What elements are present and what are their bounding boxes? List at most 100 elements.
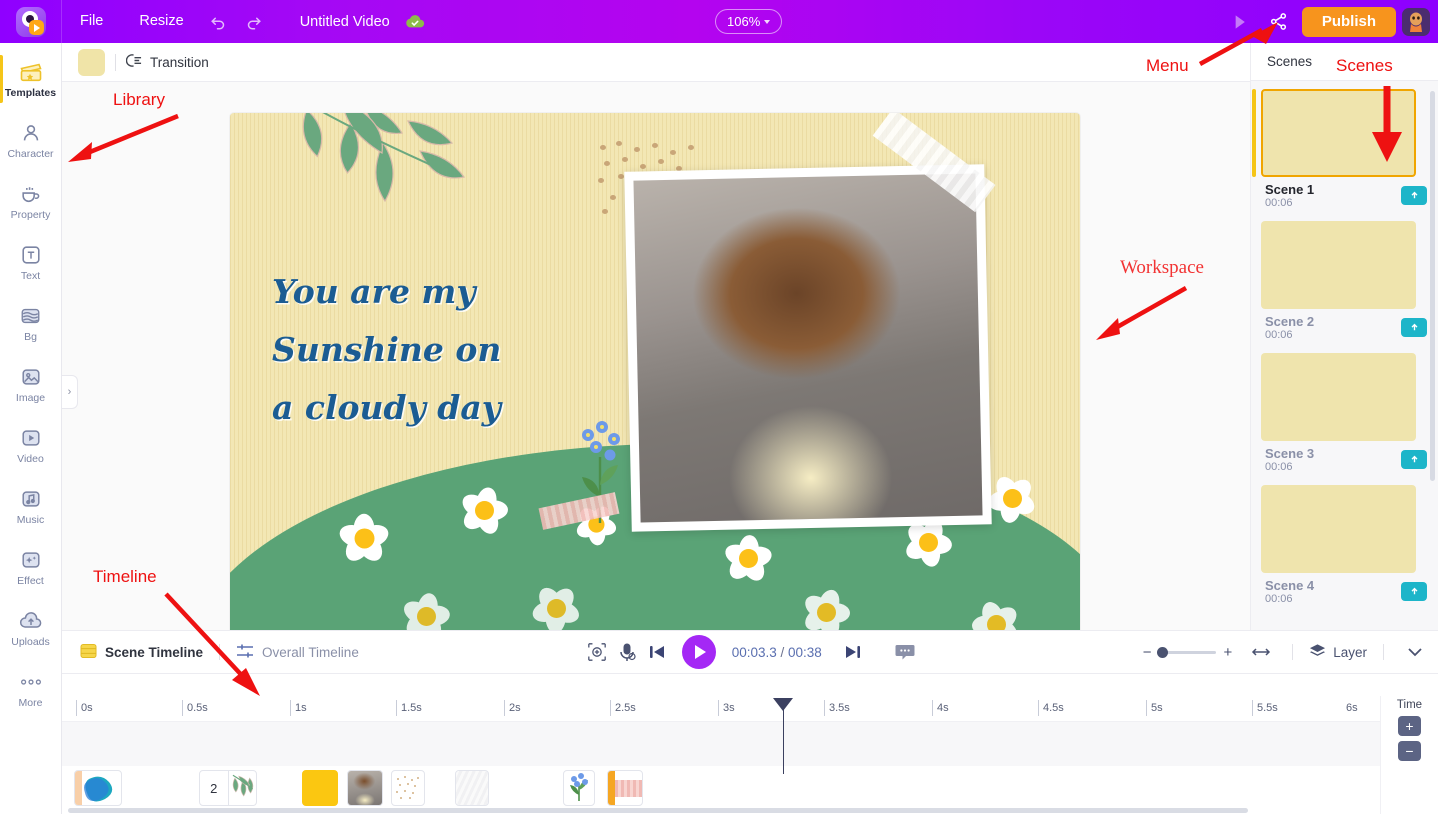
scene-thumbnail[interactable]	[1261, 353, 1416, 441]
scene-card[interactable]: Scene 2 00:06	[1261, 221, 1427, 351]
annotation-timeline: Timeline	[93, 567, 157, 586]
sidebar-item-text[interactable]: Text	[0, 232, 62, 293]
annotation-workspace: Workspace	[1120, 257, 1204, 278]
resize-menu-button[interactable]: Resize	[121, 0, 201, 43]
scene-timeline-label: Scene Timeline	[105, 644, 204, 660]
timeline-clip-flower[interactable]	[563, 770, 595, 806]
zoom-slider-handle[interactable]	[1157, 646, 1169, 658]
timeline-clip-photo[interactable]	[347, 770, 383, 806]
workspace-area[interactable]: You are my Sunshine on a cloudy day	[62, 82, 1250, 630]
time-column-label: Time	[1396, 699, 1423, 711]
time-decrease-button[interactable]: −	[1398, 741, 1421, 761]
zoom-out-button[interactable]: −	[1143, 644, 1152, 661]
sidebar-item-label: Image	[15, 392, 46, 404]
redo-icon[interactable]	[236, 0, 270, 43]
fit-width-icon[interactable]	[1246, 637, 1276, 667]
transition-button[interactable]: Transition	[125, 53, 209, 71]
timeline-ruler[interactable]: 0s 0.5s 1s 1.5s 2s 2.5s 3s 3.5s 4s 4.5s …	[62, 696, 1438, 814]
zoom-in-button[interactable]: +	[1223, 644, 1232, 661]
tab-overall-timeline[interactable]: Overall Timeline	[236, 643, 359, 662]
avatar[interactable]	[1402, 7, 1430, 36]
preview-icon[interactable]	[1222, 0, 1256, 43]
layer-icon	[1309, 643, 1326, 662]
collapse-timeline-icon[interactable]	[1400, 637, 1430, 667]
sidebar-item-video[interactable]: Video	[0, 415, 62, 476]
quote-line-1: You are my	[272, 272, 476, 311]
video-canvas[interactable]: You are my Sunshine on a cloudy day	[230, 113, 1080, 630]
sidebar-item-image[interactable]: Image	[0, 354, 62, 415]
timeline-clip-dots[interactable]	[391, 770, 425, 806]
cloud-saved-icon	[404, 14, 426, 30]
sidebar-item-label: Bg	[24, 331, 37, 343]
timeline-playhead[interactable]	[773, 698, 793, 774]
timeline-clip-tape[interactable]	[455, 770, 489, 806]
caption-icon[interactable]	[890, 637, 920, 667]
sidebar-item-bg[interactable]: Bg	[0, 293, 62, 354]
panel-expand-button[interactable]: ›	[62, 375, 78, 409]
daisy-flower	[458, 485, 510, 537]
ruler-tick: 5.5s	[1252, 700, 1278, 716]
zoom-level-selector[interactable]: 106%	[715, 9, 783, 34]
sidebar-item-label: Text	[20, 270, 41, 282]
scene-upload-icon[interactable]	[1401, 186, 1427, 205]
share-icon[interactable]	[1262, 0, 1296, 43]
ruler-tick: 1s	[290, 700, 307, 716]
fit-to-screen-icon[interactable]	[582, 637, 612, 667]
timeline-clip-leaf[interactable]: 2	[199, 770, 257, 806]
sidebar-item-label: Video	[17, 453, 44, 465]
voiceover-icon[interactable]	[612, 637, 642, 667]
sidebar-item-templates[interactable]: Templates	[0, 49, 62, 110]
quote-line-2: Sunshine on	[272, 329, 502, 369]
layer-button[interactable]: Layer	[1309, 643, 1367, 662]
project-title[interactable]: Untitled Video	[270, 14, 402, 30]
sidebar-item-effect[interactable]: Effect	[0, 537, 62, 598]
sidebar-item-property[interactable]: Property	[0, 171, 62, 232]
undo-icon[interactable]	[202, 0, 236, 43]
video-icon	[19, 426, 43, 450]
scenes-list[interactable]: Scene 1 00:06 Scene 2 00:06 Scene 3 00:0…	[1251, 81, 1438, 630]
sidebar-item-music[interactable]: Music	[0, 476, 62, 537]
scene-upload-icon[interactable]	[1401, 450, 1427, 469]
photo-frame[interactable]	[624, 113, 996, 532]
overall-timeline-icon	[236, 643, 254, 662]
chevron-down-icon	[764, 19, 771, 24]
scene-upload-icon[interactable]	[1401, 582, 1427, 601]
quote-text[interactable]: You are my Sunshine on a cloudy day	[272, 263, 602, 436]
sidebar-item-label: Uploads	[11, 636, 50, 648]
previous-frame-icon[interactable]	[642, 637, 672, 667]
sidebar-item-character[interactable]: Character	[0, 110, 62, 171]
scene-thumbnail-button[interactable]	[78, 48, 105, 76]
timeline-clip-pink-tape[interactable]	[607, 770, 643, 806]
flower-thumbnail	[570, 773, 588, 801]
scene-thumbnail[interactable]	[1261, 221, 1416, 309]
scene-thumbnail[interactable]	[1261, 89, 1416, 177]
ruler-tick: 2s	[504, 700, 521, 716]
overall-timeline-label: Overall Timeline	[262, 644, 359, 660]
scene-duration: 00:06	[1265, 329, 1293, 341]
next-frame-icon[interactable]	[838, 637, 868, 667]
scenes-scrollbar[interactable]	[1430, 91, 1435, 481]
timeline-horizontal-scrollbar[interactable]	[62, 807, 1380, 814]
publish-button[interactable]: Publish	[1301, 6, 1396, 37]
play-button[interactable]	[681, 635, 716, 669]
portrait-photo	[633, 173, 983, 523]
top-menu-bar: File Resize Untitled Video 106% Publish	[0, 0, 1438, 43]
timeline-zoom-control[interactable]: − +	[1143, 644, 1233, 661]
current-time: 00:03.3	[731, 644, 777, 660]
scene-thumbnail[interactable]	[1261, 485, 1416, 573]
scene-upload-icon[interactable]	[1401, 318, 1427, 337]
divider	[1383, 644, 1384, 660]
scene-card[interactable]: Scene 3 00:06	[1261, 353, 1427, 483]
scene-card[interactable]: Scene 1 00:06	[1252, 89, 1427, 219]
timeline-clip-color[interactable]	[302, 770, 338, 806]
sidebar-item-more[interactable]: More	[0, 659, 62, 720]
zoom-level-value: 106%	[727, 14, 761, 29]
app-logo[interactable]	[0, 0, 62, 43]
tab-scene-timeline[interactable]: Scene Timeline	[80, 643, 203, 662]
zoom-slider[interactable]	[1157, 646, 1217, 658]
timeline-clip-shape[interactable]	[74, 770, 122, 806]
scene-card[interactable]: Scene 4 00:06	[1261, 485, 1427, 615]
sidebar-item-uploads[interactable]: Uploads	[0, 598, 62, 659]
time-increase-button[interactable]: +	[1398, 716, 1421, 736]
file-menu-button[interactable]: File	[62, 0, 121, 43]
